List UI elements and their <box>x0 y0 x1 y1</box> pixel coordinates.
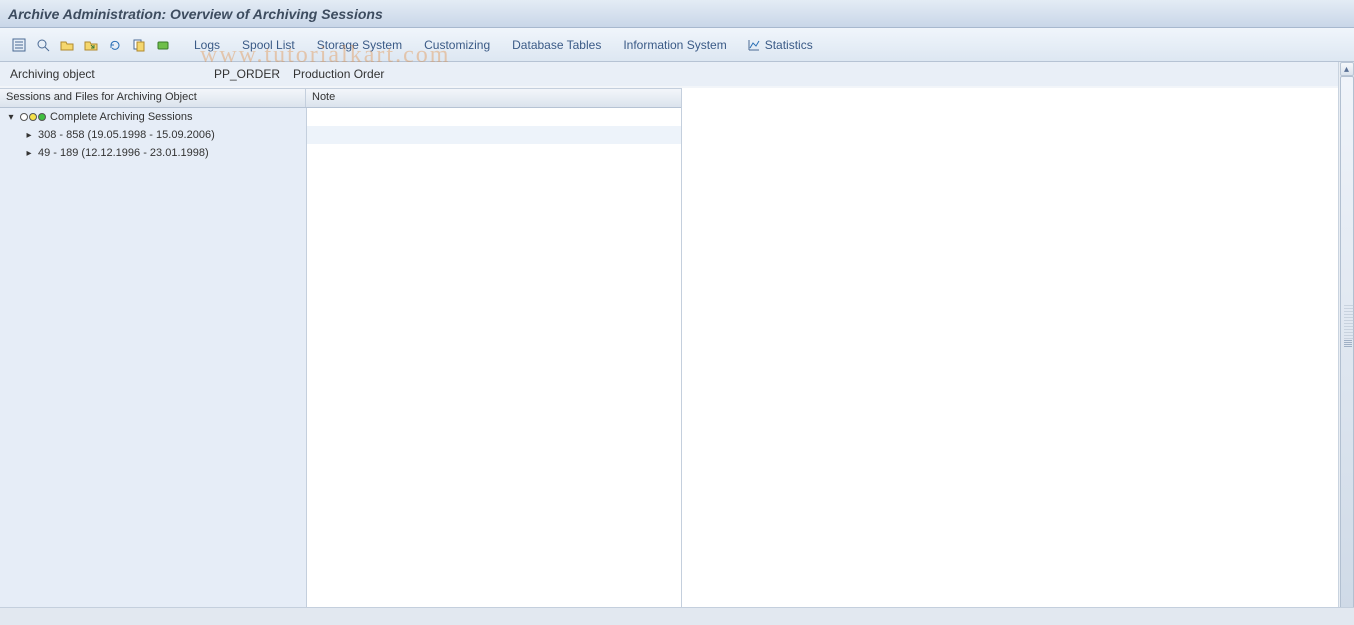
tree-pane: Sessions and Files for Archiving Object … <box>0 88 682 607</box>
toolbar: Logs Spool List Storage System Customizi… <box>0 28 1354 62</box>
toolbar-icon-3[interactable] <box>56 34 78 56</box>
list-icon <box>12 38 26 52</box>
detail-pane <box>682 88 1338 607</box>
tree-header: Sessions and Files for Archiving Object … <box>0 88 681 108</box>
toolbar-icon-6[interactable] <box>128 34 150 56</box>
copy-icon <box>132 38 146 52</box>
tree-row-label: 308 - 858 (19.05.1998 - 15.09.2006) <box>38 129 215 141</box>
scroll-track[interactable] <box>1340 76 1354 611</box>
status-light-yellow <box>29 113 37 121</box>
database-tables-link[interactable]: Database Tables <box>502 34 611 56</box>
information-system-link[interactable]: Information System <box>613 34 736 56</box>
tree-row-note <box>306 144 681 162</box>
tree-row[interactable]: ▸ 49 - 189 (12.12.1996 - 23.01.1998) <box>0 144 681 162</box>
context-line: Archiving object PP_ORDER Production Ord… <box>0 62 1354 86</box>
archiving-object-desc: Production Order <box>293 67 384 81</box>
tree-row-label: 49 - 189 (12.12.1996 - 23.01.1998) <box>38 147 209 159</box>
scroll-thumb[interactable] <box>1340 76 1354 611</box>
tree-row-note <box>306 126 681 144</box>
page-title: Archive Administration: Overview of Arch… <box>8 6 383 22</box>
status-bar <box>0 607 1354 625</box>
expand-icon[interactable]: ▸ <box>24 130 34 141</box>
toolbar-icon-7[interactable] <box>152 34 174 56</box>
tree-body: ▾ Complete Archiving Sessions ▸ 308 - 85… <box>0 108 681 607</box>
status-light-off <box>20 113 28 121</box>
logs-link[interactable]: Logs <box>184 34 230 56</box>
status-light-green <box>38 113 46 121</box>
collapse-icon[interactable]: ▾ <box>6 112 16 123</box>
folder-icon <box>60 38 74 52</box>
search-icon <box>36 38 50 52</box>
vertical-scrollbar[interactable]: ▴ ▾ <box>1338 62 1354 625</box>
tree-row[interactable]: ▸ 308 - 858 (19.05.1998 - 15.09.2006) <box>0 126 681 144</box>
toolbar-icon-4[interactable] <box>80 34 102 56</box>
tree-root-note <box>306 108 681 126</box>
column-header-sessions[interactable]: Sessions and Files for Archiving Object <box>0 89 306 107</box>
statistics-link[interactable]: Statistics <box>739 34 821 56</box>
tree-root-row[interactable]: ▾ Complete Archiving Sessions <box>0 108 681 126</box>
refresh-icon <box>108 38 122 52</box>
spool-list-link[interactable]: Spool List <box>232 34 305 56</box>
tree-empty-area <box>306 162 681 607</box>
storage-system-link[interactable]: Storage System <box>307 34 412 56</box>
folder-out-icon <box>84 38 98 52</box>
chart-icon <box>747 38 761 52</box>
expand-icon[interactable]: ▸ <box>24 148 34 159</box>
scroll-up-arrow-icon[interactable]: ▴ <box>1340 62 1354 76</box>
toolbar-icon-5[interactable] <box>104 34 126 56</box>
customizing-link[interactable]: Customizing <box>414 34 500 56</box>
tree-root-label: Complete Archiving Sessions <box>50 111 192 123</box>
pane-drag-handle-icon[interactable] <box>1344 305 1354 341</box>
tag-icon <box>156 38 170 52</box>
toolbar-icon-2[interactable] <box>32 34 54 56</box>
status-lights-icon <box>20 113 46 121</box>
main-split: Sessions and Files for Archiving Object … <box>0 88 1338 607</box>
toolbar-icon-1[interactable] <box>8 34 30 56</box>
column-header-note[interactable]: Note <box>306 89 681 107</box>
statistics-label: Statistics <box>765 38 813 52</box>
archiving-object-code: PP_ORDER <box>214 67 289 81</box>
title-bar: Archive Administration: Overview of Arch… <box>0 0 1354 28</box>
archiving-object-label: Archiving object <box>10 67 210 81</box>
